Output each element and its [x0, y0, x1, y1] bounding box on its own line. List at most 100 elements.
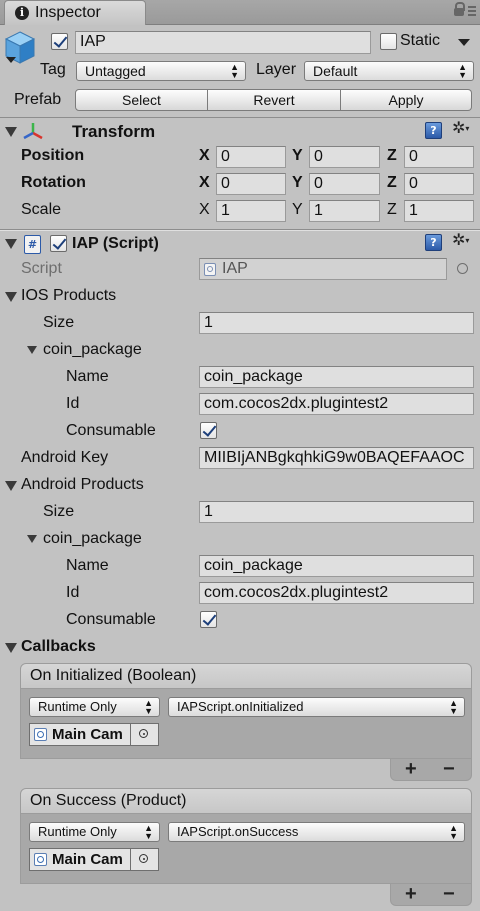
function-dropdown[interactable]: IAPScript.onSuccess ▲ ▼: [168, 822, 465, 842]
static-dropdown-arrow-icon[interactable]: [458, 39, 470, 46]
csharp-script-icon: #: [24, 235, 41, 254]
tab-inspector[interactable]: i Inspector: [4, 0, 146, 25]
static-checkbox[interactable]: [380, 33, 397, 50]
tag-dropdown[interactable]: Untagged ▲ ▼: [76, 61, 246, 81]
android-name-input[interactable]: coin_package: [199, 555, 474, 577]
runtime-mode-dropdown[interactable]: Runtime Only ▲ ▼: [29, 822, 160, 842]
target-object-value: Main Cam: [52, 851, 123, 868]
gameobject-icon: [34, 853, 47, 866]
transform-title: Transform: [72, 122, 156, 141]
ios-item-foldout-arrow-icon[interactable]: [27, 346, 37, 354]
script-object-field: IAP: [199, 258, 447, 280]
script-file-icon: [204, 263, 216, 276]
android-key-label: Android Key: [21, 449, 109, 466]
android-size-input[interactable]: 1: [199, 501, 474, 523]
scale-y-input[interactable]: 1: [309, 200, 380, 222]
target-object-field[interactable]: Main Cam: [29, 723, 131, 746]
position-y-input[interactable]: 0: [309, 146, 380, 168]
callbacks-foldout-arrow-icon[interactable]: [5, 643, 17, 653]
position-z-input[interactable]: 0: [404, 146, 474, 168]
layer-label: Layer: [256, 61, 297, 78]
gear-icon[interactable]: ✲▾: [452, 232, 469, 250]
remove-listener-button[interactable]: −: [443, 883, 455, 905]
event-on-success: On Success (Product) Runtime Only ▲ ▼ IAP…: [20, 788, 472, 908]
ios-consumable-checkbox[interactable]: [200, 422, 217, 439]
axis-z-label: Z: [387, 147, 397, 164]
rotation-y-input[interactable]: 0: [309, 173, 380, 195]
runtime-mode-value: Runtime Only: [38, 699, 117, 714]
android-consumable-checkbox[interactable]: [200, 611, 217, 628]
scale-label: Scale: [21, 201, 62, 218]
target-object-field[interactable]: Main Cam: [29, 848, 131, 871]
tab-menu-icon[interactable]: [468, 6, 476, 18]
script-foldout-arrow-icon[interactable]: [5, 239, 17, 249]
runtime-mode-dropdown[interactable]: Runtime Only ▲ ▼: [29, 697, 160, 717]
event-body: Runtime Only ▲ ▼ IAPScript.onSuccess ▲ ▼ M…: [20, 814, 472, 884]
tag-value: Untagged: [85, 63, 146, 79]
script-component-title: IAP (Script): [72, 235, 159, 252]
divider: [0, 230, 480, 231]
prefab-revert-button[interactable]: Revert: [208, 89, 341, 111]
android-id-input[interactable]: com.cocos2dx.plugintest2: [199, 582, 474, 604]
prefab-select-button[interactable]: Select: [75, 89, 208, 111]
ios-products-label: IOS Products: [21, 287, 117, 304]
layer-dropdown[interactable]: Default ▲ ▼: [304, 61, 474, 81]
android-products-foldout-arrow-icon[interactable]: [5, 481, 17, 491]
ios-name-label: Name: [66, 368, 109, 385]
position-x-input[interactable]: 0: [216, 146, 286, 168]
gear-icon[interactable]: ✲▾: [452, 120, 469, 138]
active-checkbox[interactable]: [51, 33, 68, 50]
script-value: IAP: [222, 260, 248, 277]
updown-arrows-icon: ▲ ▼: [458, 62, 467, 80]
event-footer: + −: [390, 758, 472, 781]
lock-icon[interactable]: [454, 2, 465, 16]
rotation-x-input[interactable]: 0: [216, 173, 286, 195]
add-listener-button[interactable]: +: [405, 883, 417, 905]
prefab-apply-button[interactable]: Apply: [341, 89, 472, 111]
ios-size-input[interactable]: 1: [199, 312, 474, 334]
runtime-mode-value: Runtime Only: [38, 824, 117, 839]
updown-arrows-icon: ▲ ▼: [449, 823, 458, 841]
tab-label: Inspector: [35, 4, 101, 21]
transform-axes-icon: [23, 123, 43, 140]
ios-id-input[interactable]: com.cocos2dx.plugintest2: [199, 393, 474, 415]
info-icon: i: [15, 6, 29, 20]
axis-x-label: X: [199, 201, 210, 218]
android-id-label: Id: [66, 584, 80, 601]
updown-arrows-icon: ▲ ▼: [230, 62, 239, 80]
prefab-label: Prefab: [14, 91, 62, 108]
android-key-input[interactable]: MIIBIjANBgkqhkiG9w0BAQEFAAOC: [199, 447, 474, 469]
ios-consumable-label: Consumable: [66, 422, 156, 439]
function-value: IAPScript.onInitialized: [177, 699, 304, 714]
object-picker-button[interactable]: [131, 723, 159, 746]
script-label: Script: [21, 260, 62, 277]
ios-name-input[interactable]: coin_package: [199, 366, 474, 388]
updown-arrows-icon: ▲ ▼: [449, 698, 458, 716]
transform-foldout-arrow-icon[interactable]: [5, 127, 17, 137]
android-name-label: Name: [66, 557, 109, 574]
rotation-z-input[interactable]: 0: [404, 173, 474, 195]
ios-products-foldout-arrow-icon[interactable]: [5, 292, 17, 302]
scale-x-input[interactable]: 1: [216, 200, 286, 222]
remove-listener-button[interactable]: −: [443, 758, 455, 780]
callbacks-label: Callbacks: [21, 638, 96, 655]
help-icon[interactable]: ?: [425, 122, 442, 139]
ios-size-label: Size: [43, 314, 75, 331]
gameobject-icon: [34, 728, 47, 741]
android-item-label: coin_package: [43, 530, 142, 547]
event-header: On Initialized (Boolean): [20, 663, 472, 689]
add-listener-button[interactable]: +: [405, 758, 417, 780]
inspector-tabbar: i Inspector: [0, 0, 480, 25]
event-body: Runtime Only ▲ ▼ IAPScript.onInitialized …: [20, 689, 472, 759]
script-enabled-checkbox[interactable]: [50, 235, 67, 252]
ios-item-label: coin_package: [43, 341, 142, 358]
android-item-foldout-arrow-icon[interactable]: [27, 535, 37, 543]
object-picker-button[interactable]: [131, 848, 159, 871]
event-footer: + −: [390, 883, 472, 906]
help-icon[interactable]: ?: [425, 234, 442, 251]
scale-z-input[interactable]: 1: [404, 200, 474, 222]
object-name-input[interactable]: IAP: [75, 31, 371, 54]
function-dropdown[interactable]: IAPScript.onInitialized ▲ ▼: [168, 697, 465, 717]
icon-dropdown-arrow-icon[interactable]: [6, 57, 16, 63]
event-on-initialized: On Initialized (Boolean) Runtime Only ▲ ▼…: [20, 663, 472, 783]
